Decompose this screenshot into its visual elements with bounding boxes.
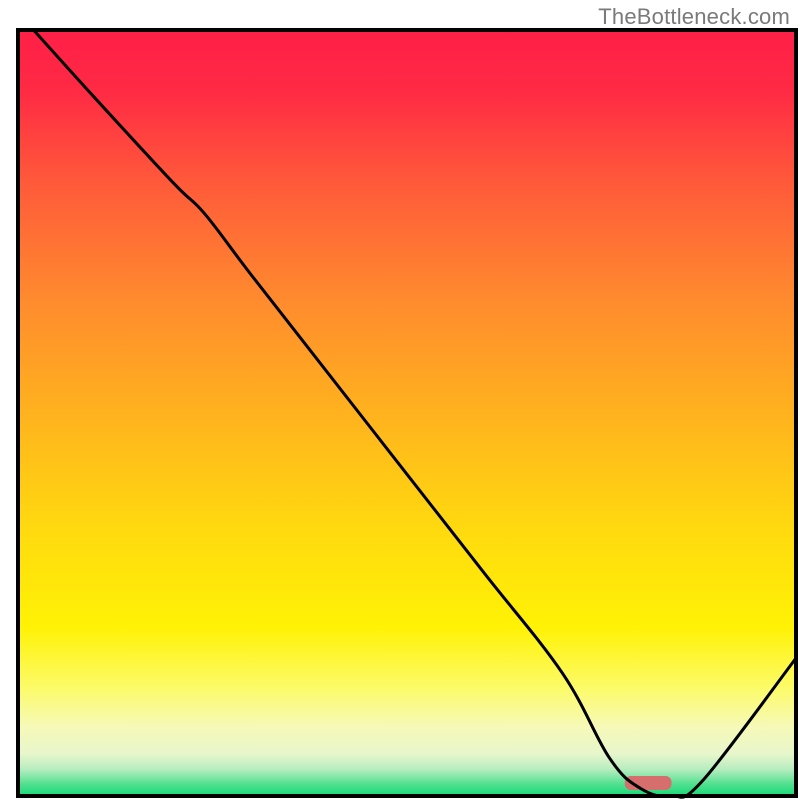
bottleneck-chart xyxy=(0,0,800,800)
chart-container: { "attribution": "TheBottleneck.com", "c… xyxy=(0,0,800,800)
plot-background xyxy=(18,30,796,796)
